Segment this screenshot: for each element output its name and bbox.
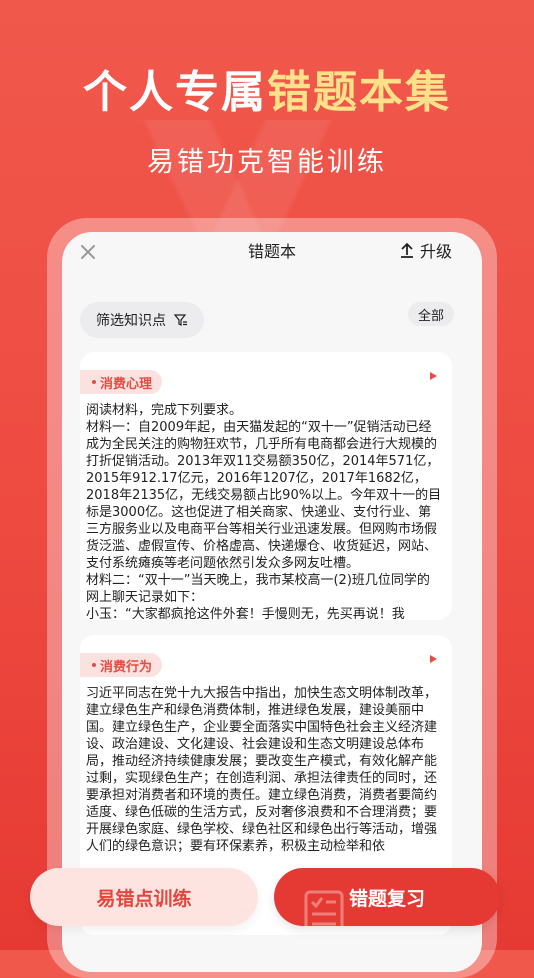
- upgrade-label: 升级: [419, 242, 452, 261]
- play-triangle-icon[interactable]: [428, 371, 438, 381]
- play-triangle-icon[interactable]: [428, 654, 438, 664]
- topic-tag-label: 消费行为: [100, 659, 153, 675]
- topic-tag: 消费心理: [80, 370, 163, 394]
- funnel-icon: [174, 314, 187, 326]
- filter-knowledge-button[interactable]: 筛选知识点: [80, 302, 204, 338]
- error-point-training-button[interactable]: 易错点训练: [30, 868, 258, 926]
- question-text: 习近平同志在党十九大报告中指出，加快生态文明体制改革，建立绿色生产和绿色消费体制…: [86, 686, 438, 854]
- question-card[interactable]: 消费心理 阅读材料，完成下列要求。 材料一：自2009年起，由天猫发起的“双十一…: [80, 352, 452, 620]
- topic-tag: 消费行为: [80, 653, 163, 677]
- wrong-question-review-button[interactable]: 错题复习: [274, 868, 500, 926]
- topic-tag-label: 消费心理: [100, 376, 153, 392]
- hero-title-prefix: 个人专属: [83, 67, 267, 118]
- hero-title: 个人专属错题本集: [0, 56, 534, 120]
- all-filter-button[interactable]: 全部: [407, 302, 454, 326]
- wrong-question-review-label: 错题复习: [348, 887, 425, 910]
- filter-label: 筛选知识点: [96, 313, 166, 329]
- bottom-action-bar: 易错点训练 错题复习: [0, 850, 534, 950]
- top-bar: 错题本 升级: [62, 232, 482, 292]
- checklist-icon: [304, 890, 344, 926]
- upload-arrow-icon: [400, 243, 413, 258]
- question-text: 阅读材料，完成下列要求。 材料一：自2009年起，由天猫发起的“双十一”促销活动…: [86, 403, 442, 620]
- upgrade-button[interactable]: 升级: [398, 238, 452, 262]
- hero-subtitle: 易错功克智能训练: [147, 147, 387, 178]
- hero-title-highlight: 错题本集: [267, 67, 451, 118]
